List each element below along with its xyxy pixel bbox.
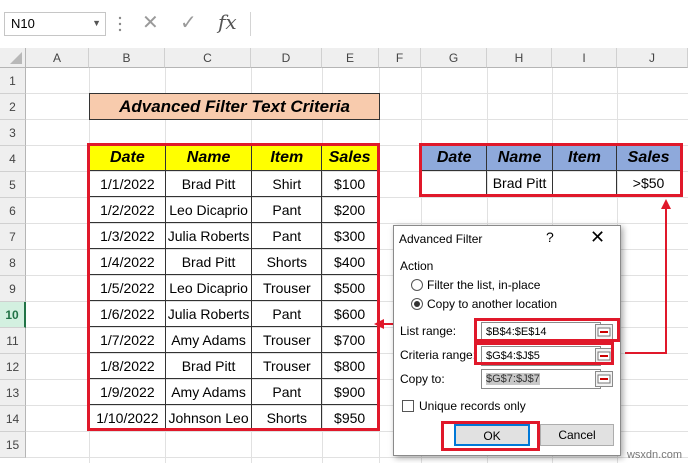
copy-to-location-radio[interactable] [411,298,423,310]
copy-to-input[interactable]: $G$7:$J$7 [481,369,601,389]
row-header[interactable]: 12 [0,354,26,380]
formula-bar: N10 ▼ ✕ ✓ fx [0,0,688,48]
name-box-value: N10 [11,16,35,31]
criteria-range-highlight [419,143,683,197]
row-header[interactable]: 5 [0,172,26,198]
list-range-label: List range: [400,324,457,338]
column-header[interactable]: C [165,48,251,68]
column-header[interactable]: I [552,48,617,68]
filter-in-place-radio[interactable] [411,279,423,291]
row-header[interactable]: 7 [0,224,26,250]
copy-to-value: $G$7:$J$7 [486,373,540,385]
row-header[interactable]: 1 [0,68,26,94]
copy-to-label: Copy to: [400,372,445,386]
row-header[interactable]: 2 [0,94,26,120]
criteria-range-label: Criteria range: [400,348,477,362]
unique-records-checkbox[interactable] [402,400,414,412]
column-header[interactable]: G [421,48,487,68]
copy-to-location-label[interactable]: Copy to another location [427,297,557,311]
row-header[interactable]: 11 [0,328,26,354]
watermark: wsxdn.com [626,449,682,461]
formula-bar-buttons: ✕ ✓ fx [136,10,248,38]
row-header[interactable]: 9 [0,276,26,302]
column-header[interactable]: B [89,48,165,68]
column-header[interactable]: F [379,48,421,68]
help-icon[interactable]: ? [546,229,554,245]
chevron-down-icon[interactable]: ▼ [92,18,101,28]
column-header[interactable]: A [26,48,89,68]
enter-icon[interactable]: ✓ [180,10,197,35]
row-header[interactable]: 14 [0,406,26,432]
select-all-corner[interactable] [0,48,26,68]
cancel-icon[interactable]: ✕ [142,10,159,35]
range-picker-icon[interactable] [595,371,613,387]
column-header[interactable]: J [617,48,688,68]
row-header[interactable]: 13 [0,380,26,406]
row-header[interactable]: 4 [0,146,26,172]
dialog-title: Advanced Filter [399,232,483,246]
formula-bar-grip[interactable] [118,14,122,34]
unique-records-label[interactable]: Unique records only [419,399,526,413]
row-header[interactable]: 3 [0,120,26,146]
list-range-field-highlight [474,318,620,342]
list-range-highlight [87,143,380,431]
gridline [26,457,688,458]
name-box[interactable]: N10 ▼ [4,12,106,36]
criteria-range-field-highlight [474,342,614,365]
row-header[interactable]: 15 [0,432,26,458]
insert-function-icon[interactable]: fx [218,10,237,34]
filter-in-place-label[interactable]: Filter the list, in-place [427,278,540,292]
row-header[interactable]: 10 [0,302,26,328]
column-header[interactable]: H [487,48,552,68]
column-header[interactable]: E [322,48,379,68]
ok-button-highlight [441,421,540,451]
formula-input[interactable] [250,12,688,36]
row-header[interactable]: 8 [0,250,26,276]
row-header[interactable]: 6 [0,198,26,224]
column-header[interactable]: D [251,48,322,68]
cancel-button[interactable]: Cancel [540,424,614,446]
sheet-title: Advanced Filter Text Criteria [89,93,380,120]
close-icon[interactable]: ✕ [590,227,605,248]
action-group-label: Action [400,259,434,273]
